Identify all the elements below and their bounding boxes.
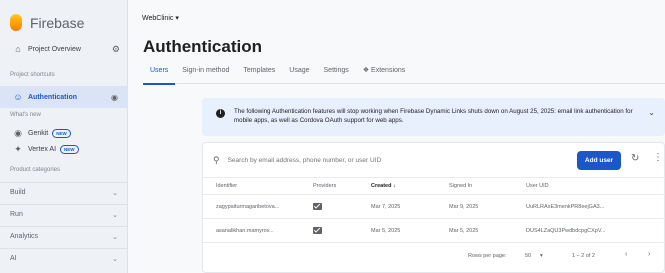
new-badge: NEW <box>52 128 71 138</box>
table-header: Identifier Providers Created ↓ Signed In… <box>203 177 665 195</box>
page-title: Authentication <box>143 37 262 56</box>
sidebar-item-label: Authentication <box>28 93 77 101</box>
firebase-flame-icon <box>10 14 22 31</box>
column-header-user-uid[interactable]: User UID <box>526 178 636 194</box>
email-icon <box>313 227 322 234</box>
sidebar-item-label: Project Overview <box>28 45 81 53</box>
sidebar-item-label: Vertex AI <box>28 145 57 153</box>
banner-text: The following Authentication features wi… <box>234 108 633 124</box>
column-header-created[interactable]: Created ↓ <box>371 178 431 194</box>
category-label: AI <box>10 255 17 262</box>
gear-icon[interactable]: ⚙ <box>112 44 120 55</box>
users-icon: ☺ <box>13 92 23 102</box>
more-vert-icon[interactable]: ⋮ <box>653 152 663 163</box>
tab-extensions[interactable]: ❖ Extensions <box>356 66 412 84</box>
firebase-logo[interactable]: Firebase <box>10 14 84 31</box>
table-row[interactable]: zagypaiturmagaribetova... Mar 7, 2025 Ma… <box>203 195 665 219</box>
sidebar-category-analytics[interactable]: Analytics ⌄ <box>0 226 128 246</box>
chevron-right-icon[interactable]: › <box>648 251 650 258</box>
info-icon: i <box>216 109 225 118</box>
signed-in-cell: Mar 9, 2025 <box>449 203 479 210</box>
sidebar-category-build[interactable]: Build ⌄ <box>0 182 128 202</box>
dropdown-arrow-icon[interactable]: ▾ <box>540 253 543 259</box>
chevron-down-icon: ⌄ <box>112 189 118 197</box>
chevron-down-icon: ⌄ <box>112 233 118 241</box>
sidebar-item-authentication[interactable]: ☺ Authentication ◉ <box>0 86 128 108</box>
sidebar-category-ai[interactable]: AI ⌄ <box>0 248 128 268</box>
column-header-providers[interactable]: Providers <box>313 178 353 194</box>
home-icon: ⌂ <box>15 44 21 54</box>
genkit-icon: ◉ <box>14 127 22 138</box>
rows-per-page-label: Rows per page: <box>468 253 507 259</box>
identifier-cell: asanalikhan.mamyrov... <box>216 227 274 234</box>
column-header-signed-in[interactable]: Signed In <box>449 178 509 194</box>
tab-bar: Users Sign-in method Templates Usage Set… <box>143 66 665 85</box>
identifier-cell: zagypaiturmagaribetova... <box>216 203 280 210</box>
tab-label: Extensions <box>371 67 406 74</box>
category-label: Analytics <box>10 233 39 240</box>
tab-users[interactable]: Users <box>143 66 176 85</box>
refresh-icon[interactable]: ↻ <box>631 153 639 164</box>
project-selector[interactable]: WebClinic ▾ <box>142 14 179 22</box>
eye-icon[interactable]: ◉ <box>111 93 118 102</box>
tab-sign-in-method[interactable]: Sign-in method <box>175 66 236 84</box>
search-bar: ⚲ <box>213 153 563 167</box>
sparkle-icon: ✦ <box>14 143 22 154</box>
provider-cell <box>313 219 353 242</box>
category-label: Run <box>10 211 23 218</box>
rows-per-page-select[interactable]: 50 <box>525 253 531 259</box>
section-header-whats-new: What's new <box>10 112 41 118</box>
sidebar-item-project-overview[interactable]: ⌂ Project Overview ⚙ <box>0 38 128 60</box>
chevron-down-icon: ⌄ <box>112 211 118 219</box>
signed-in-cell: Mar 5, 2025 <box>449 227 479 234</box>
sidebar-item-label: Genkit <box>28 129 49 137</box>
tab-usage[interactable]: Usage <box>282 66 316 84</box>
table-row[interactable]: asanalikhan.mamyrov... Mar 5, 2025 Mar 5… <box>203 219 665 243</box>
uid-cell: DUS4LZaQU3PwdbdcpgCXpV... <box>526 227 606 234</box>
provider-cell <box>313 195 353 218</box>
sidebar-item-vertex-ai[interactable]: ✦ Vertex AI NEW <box>0 138 128 160</box>
users-card: ⚲ Add user ↻ ⋮ Identifier Providers Crea… <box>202 142 665 273</box>
search-icon: ⚲ <box>213 154 220 165</box>
search-input[interactable] <box>227 156 548 164</box>
created-cell: Mar 7, 2025 <box>371 203 401 210</box>
sidebar-category-run[interactable]: Run ⌄ <box>0 204 128 224</box>
chevron-left-icon[interactable]: ‹ <box>625 251 627 258</box>
section-header-shortcuts: Project shortcuts <box>10 72 55 78</box>
column-header-identifier[interactable]: Identifier <box>216 178 301 194</box>
uid-cell: UuRLRAxE3menkPR8eejGA3... <box>526 203 605 210</box>
tab-templates[interactable]: Templates <box>236 66 282 84</box>
tab-settings[interactable]: Settings <box>317 66 356 84</box>
brand-name: Firebase <box>30 14 85 31</box>
email-icon <box>313 203 322 210</box>
top-bar: WebClinic ▾ <box>130 0 665 30</box>
extensions-icon: ❖ <box>362 67 370 74</box>
sidebar: Firebase ⌂ Project Overview ⚙ Project sh… <box>0 0 128 273</box>
chevron-down-icon[interactable]: ⌄ <box>648 108 655 117</box>
category-label: Build <box>10 189 26 196</box>
page-range: 1 – 2 of 2 <box>572 253 595 259</box>
new-badge: NEW <box>60 144 79 154</box>
chevron-down-icon: ⌄ <box>112 255 118 263</box>
section-header-categories: Product categories <box>10 167 61 173</box>
add-user-button[interactable]: Add user <box>577 151 621 170</box>
pagination: Rows per page: 50 ▾ 1 – 2 of 2 ‹ › <box>203 249 665 265</box>
created-cell: Mar 5, 2025 <box>371 227 401 234</box>
deprecation-banner: i The following Authentication features … <box>202 98 665 136</box>
